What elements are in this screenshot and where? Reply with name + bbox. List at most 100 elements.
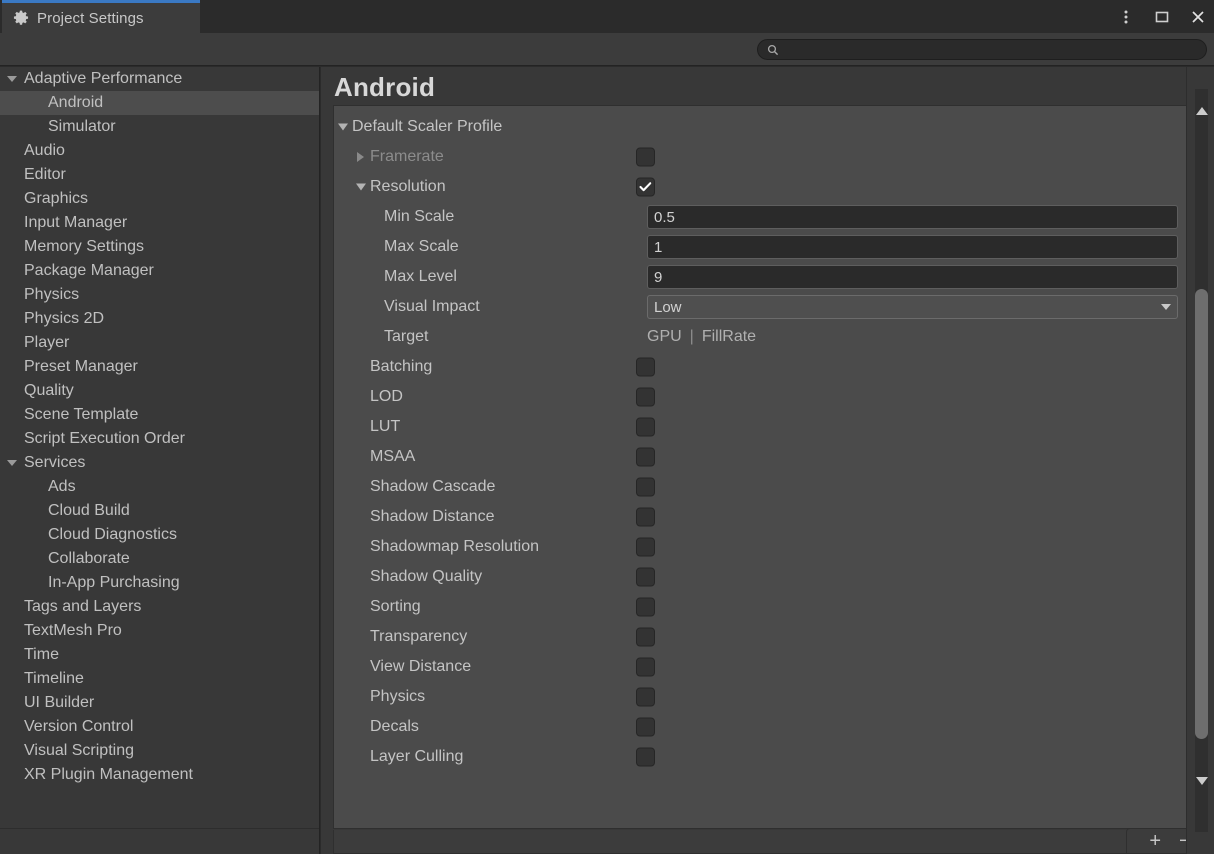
setting-row-shadow-distance: Shadow Distance	[334, 502, 1187, 532]
setting-row-physics: Physics	[334, 682, 1187, 712]
setting-row-max-scale: Max Scale	[334, 232, 1187, 262]
search-input[interactable]	[785, 40, 1206, 59]
chevron-down-icon[interactable]	[7, 460, 17, 466]
sidebar-item-label: Adaptive Performance	[24, 70, 182, 88]
sidebar-item-ui-builder[interactable]: UI Builder	[0, 691, 319, 715]
sidebar-item-label: Time	[24, 646, 59, 664]
setting-label: Framerate	[370, 148, 444, 166]
search-field[interactable]	[757, 39, 1207, 60]
checkbox-framerate[interactable]	[636, 148, 655, 167]
checkbox-batching[interactable]	[636, 358, 655, 377]
sidebar-item-version-control[interactable]: Version Control	[0, 715, 319, 739]
sidebar-item-tags-and-layers[interactable]: Tags and Layers	[0, 595, 319, 619]
page-title: Android	[334, 72, 435, 103]
maximize-icon[interactable]	[1152, 7, 1172, 27]
sidebar-item-audio[interactable]: Audio	[0, 139, 319, 163]
checkbox-lod[interactable]	[636, 388, 655, 407]
checkbox-view-distance[interactable]	[636, 658, 655, 677]
sidebar-item-player[interactable]: Player	[0, 331, 319, 355]
sidebar-item-label: In-App Purchasing	[48, 574, 180, 592]
triangle-down-icon[interactable]	[1196, 777, 1208, 785]
sidebar-item-preset-manager[interactable]: Preset Manager	[0, 355, 319, 379]
toolbar	[0, 33, 1214, 66]
sidebar-item-quality[interactable]: Quality	[0, 379, 319, 403]
sidebar-item-physics-2d[interactable]: Physics 2D	[0, 307, 319, 331]
sidebar-item-label: Graphics	[24, 190, 88, 208]
sidebar-item-package-manager[interactable]: Package Manager	[0, 259, 319, 283]
sidebar-item-timeline[interactable]: Timeline	[0, 667, 319, 691]
sidebar-item-xr-plugin-management[interactable]: XR Plugin Management	[0, 763, 319, 787]
setting-label: Target	[384, 328, 428, 346]
chevron-down-icon[interactable]	[356, 184, 366, 191]
sidebar-item-cloud-diagnostics[interactable]: Cloud Diagnostics	[0, 523, 319, 547]
input-max-level[interactable]	[647, 265, 1178, 289]
setting-label: MSAA	[370, 448, 415, 466]
sidebar-item-textmesh-pro[interactable]: TextMesh Pro	[0, 619, 319, 643]
sidebar-item-label: Cloud Build	[48, 502, 130, 520]
setting-row-framerate: Framerate	[334, 142, 1187, 172]
sidebar-item-android[interactable]: Android	[0, 91, 319, 115]
checkbox-resolution[interactable]	[636, 178, 655, 197]
setting-label: Max Level	[384, 268, 457, 286]
sidebar-item-adaptive-performance[interactable]: Adaptive Performance	[0, 67, 319, 91]
checkbox-shadowmap-resolution[interactable]	[636, 538, 655, 557]
checkbox-transparency[interactable]	[636, 628, 655, 647]
sidebar-item-ads[interactable]: Ads	[0, 475, 319, 499]
more-vertical-icon[interactable]	[1116, 7, 1136, 27]
checkbox-decals[interactable]	[636, 718, 655, 737]
panel-footer-bar	[333, 830, 1188, 854]
checkbox-msaa[interactable]	[636, 448, 655, 467]
setting-row-lod: LOD	[334, 382, 1187, 412]
chevron-down-icon[interactable]	[7, 76, 17, 82]
chevron-down-icon[interactable]	[338, 124, 348, 131]
checkbox-sorting[interactable]	[636, 598, 655, 617]
close-icon[interactable]	[1188, 7, 1208, 27]
setting-row-layer-culling: Layer Culling	[334, 742, 1187, 772]
sidebar-item-label: Input Manager	[24, 214, 127, 232]
checkbox-physics[interactable]	[636, 688, 655, 707]
sidebar-item-scene-template[interactable]: Scene Template	[0, 403, 319, 427]
sidebar-footer	[0, 828, 320, 854]
setting-label: Visual Impact	[384, 298, 480, 316]
checkbox-lut[interactable]	[636, 418, 655, 437]
sidebar-item-simulator[interactable]: Simulator	[0, 115, 319, 139]
setting-label: View Distance	[370, 658, 471, 676]
sidebar-item-label: Scene Template	[24, 406, 138, 424]
checkbox-shadow-distance[interactable]	[636, 508, 655, 527]
setting-label: Shadow Quality	[370, 568, 482, 586]
checkbox-layer-culling[interactable]	[636, 748, 655, 767]
sidebar-item-collaborate[interactable]: Collaborate	[0, 547, 319, 571]
settings-sidebar[interactable]: Adaptive Performance Android Simulator Audi…	[0, 67, 320, 854]
checkbox-shadow-quality[interactable]	[636, 568, 655, 587]
sidebar-item-in-app-purchasing[interactable]: In-App Purchasing	[0, 571, 319, 595]
vertical-scrollbar[interactable]	[1186, 67, 1214, 854]
tab-project-settings[interactable]: Project Settings	[2, 0, 200, 33]
sidebar-item-services[interactable]: Services	[0, 451, 319, 475]
sidebar-item-label: Preset Manager	[24, 358, 138, 376]
setting-row-visual-impact: Visual Impact Low	[334, 292, 1187, 322]
sidebar-item-graphics[interactable]: Graphics	[0, 187, 319, 211]
sidebar-item-time[interactable]: Time	[0, 643, 319, 667]
setting-row-shadow-cascade: Shadow Cascade	[334, 472, 1187, 502]
sidebar-item-script-execution-order[interactable]: Script Execution Order	[0, 427, 319, 451]
target-separator: |	[690, 328, 694, 346]
sidebar-item-editor[interactable]: Editor	[0, 163, 319, 187]
scrollbar-thumb[interactable]	[1195, 289, 1208, 739]
dropdown-visual-impact[interactable]: Low	[647, 295, 1178, 319]
sidebar-item-memory-settings[interactable]: Memory Settings	[0, 235, 319, 259]
title-bar: Project Settings	[0, 0, 1214, 33]
triangle-up-icon[interactable]	[1196, 107, 1208, 115]
sidebar-item-label: Version Control	[24, 718, 133, 736]
input-max-scale[interactable]	[647, 235, 1178, 259]
sidebar-item-visual-scripting[interactable]: Visual Scripting	[0, 739, 319, 763]
sidebar-item-physics[interactable]: Physics	[0, 283, 319, 307]
add-button[interactable]: +	[1149, 831, 1161, 851]
input-min-scale[interactable]	[647, 205, 1178, 229]
chevron-right-icon[interactable]	[357, 152, 364, 162]
sidebar-item-cloud-build[interactable]: Cloud Build	[0, 499, 319, 523]
sidebar-item-input-manager[interactable]: Input Manager	[0, 211, 319, 235]
checkbox-shadow-cascade[interactable]	[636, 478, 655, 497]
setting-row-shadowmap-resolution: Shadowmap Resolution	[334, 532, 1187, 562]
tab-label: Project Settings	[37, 10, 144, 27]
sidebar-item-label: Simulator	[48, 118, 116, 136]
